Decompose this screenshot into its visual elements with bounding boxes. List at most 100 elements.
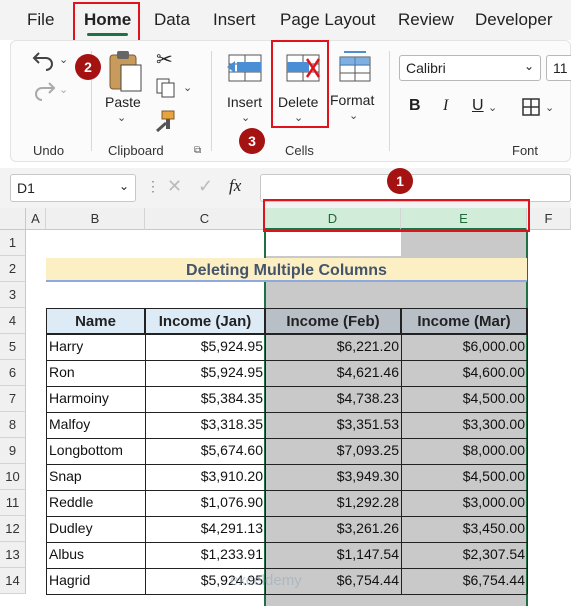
income-cell[interactable]: $8,000.00	[401, 438, 527, 464]
insert-label[interactable]: Insert	[227, 94, 262, 110]
income-cell[interactable]: $3,000.00	[401, 490, 527, 516]
row-header-2[interactable]: 2	[0, 256, 26, 282]
name-cell[interactable]: Longbottom	[46, 438, 145, 464]
income-cell[interactable]: $3,450.00	[401, 516, 527, 542]
income-cell[interactable]: $2,307.54	[401, 542, 527, 568]
name-cell[interactable]: Hagrid	[46, 568, 145, 594]
name-cell[interactable]: Albus	[46, 542, 145, 568]
income-cell[interactable]: $3,261.26	[265, 516, 401, 542]
tab-page-layout[interactable]: Page Layout	[280, 10, 375, 30]
column-header-a[interactable]: A	[26, 208, 46, 230]
paste-label[interactable]: Paste	[105, 94, 141, 110]
tab-review[interactable]: Review	[398, 10, 454, 30]
column-header-f[interactable]: F	[527, 208, 571, 230]
income-cell[interactable]: $4,500.00	[401, 464, 527, 490]
income-cell[interactable]: $3,318.35	[145, 412, 265, 438]
enter-icon[interactable]: ✓	[198, 176, 213, 197]
more-options-icon[interactable]: ⋮	[146, 178, 160, 195]
income-cell[interactable]: $1,076.90	[145, 490, 265, 516]
income-cell[interactable]: $5,384.35	[145, 386, 265, 412]
name-cell[interactable]: Harmoiny	[46, 386, 145, 412]
format-caret-icon[interactable]: ⌄	[349, 109, 358, 122]
copy-caret-icon[interactable]: ⌄	[183, 81, 192, 94]
name-cell[interactable]: Ron	[46, 360, 145, 386]
row-header-11[interactable]: 11	[0, 490, 26, 516]
paste-icon[interactable]	[107, 49, 143, 93]
income-cell[interactable]: $6,000.00	[401, 334, 527, 360]
income-cell[interactable]: $3,300.00	[401, 412, 527, 438]
income-cell[interactable]: $7,093.25	[265, 438, 401, 464]
italic-button[interactable]: I	[443, 97, 448, 115]
cancel-icon[interactable]: ✕	[167, 176, 182, 197]
insert-caret-icon[interactable]: ⌄	[241, 111, 250, 124]
table-header-cell[interactable]: Income (Feb)	[265, 308, 401, 334]
income-cell[interactable]: $4,291.13	[145, 516, 265, 542]
worksheet-grid[interactable]: A B C D E F 1 2 3 4 5 6 7 8 9 10 11 12 13 14 Deleting Multip…	[0, 208, 571, 606]
table-header-cell[interactable]: Income (Mar)	[401, 308, 527, 334]
name-cell[interactable]: Dudley	[46, 516, 145, 542]
income-cell[interactable]: $4,621.46	[265, 360, 401, 386]
income-cell[interactable]: $3,351.53	[265, 412, 401, 438]
income-cell[interactable]: $3,910.20	[145, 464, 265, 490]
row-header-3[interactable]: 3	[0, 282, 26, 308]
active-cell-d1[interactable]	[265, 230, 401, 256]
income-cell[interactable]: $6,754.44	[401, 568, 527, 594]
table-header-cell[interactable]: Income (Jan)	[145, 308, 265, 334]
row-header-14[interactable]: 14	[0, 568, 26, 594]
row-header-5[interactable]: 5	[0, 334, 26, 360]
income-cell[interactable]: $1,233.91	[145, 542, 265, 568]
paste-caret-icon[interactable]: ⌄	[117, 111, 126, 124]
income-cell[interactable]: $4,500.00	[401, 386, 527, 412]
redo-icon[interactable]	[31, 79, 57, 101]
income-cell[interactable]: $5,924.95	[145, 334, 265, 360]
insert-cells-icon[interactable]	[225, 51, 265, 85]
font-family-select[interactable]: Calibri ⌄	[399, 55, 541, 81]
row-header-1[interactable]: 1	[0, 230, 26, 256]
row-header-6[interactable]: 6	[0, 360, 26, 386]
tab-file[interactable]: File	[27, 10, 54, 30]
underline-caret-icon[interactable]: ⌄	[488, 101, 497, 114]
row-header-4[interactable]: 4	[0, 308, 26, 334]
income-cell[interactable]: $5,924.95	[145, 360, 265, 386]
format-cells-icon[interactable]	[336, 49, 374, 83]
name-cell[interactable]: Snap	[46, 464, 145, 490]
name-box[interactable]: D1 ⌄	[10, 174, 136, 202]
font-size-select[interactable]: 11	[546, 55, 571, 81]
income-cell[interactable]: $5,674.60	[145, 438, 265, 464]
row-header-9[interactable]: 9	[0, 438, 26, 464]
row-header-8[interactable]: 8	[0, 412, 26, 438]
row-header-7[interactable]: 7	[0, 386, 26, 412]
cut-icon[interactable]: ✂	[156, 47, 173, 72]
formula-input[interactable]	[260, 174, 571, 202]
tab-developer[interactable]: Developer	[475, 10, 553, 30]
tab-data[interactable]: Data	[154, 10, 190, 30]
row-header-10[interactable]: 10	[0, 464, 26, 490]
dialog-launcher-icon[interactable]: ⧉	[194, 145, 201, 156]
underline-button[interactable]: U	[472, 97, 484, 115]
borders-caret-icon[interactable]: ⌄	[545, 101, 554, 114]
insert-function-icon[interactable]: fx	[229, 176, 241, 196]
format-label[interactable]: Format	[330, 92, 374, 108]
column-header-b[interactable]: B	[46, 208, 145, 230]
name-cell[interactable]: Malfoy	[46, 412, 145, 438]
copy-icon[interactable]	[155, 77, 177, 99]
name-cell[interactable]: Harry	[46, 334, 145, 360]
income-cell[interactable]: $3,949.30	[265, 464, 401, 490]
bold-button[interactable]: B	[409, 97, 421, 115]
income-cell[interactable]: $4,600.00	[401, 360, 527, 386]
borders-icon[interactable]	[521, 97, 541, 117]
redo-caret-icon[interactable]: ⌄	[59, 83, 68, 96]
row-header-12[interactable]: 12	[0, 516, 26, 542]
income-cell[interactable]: $4,738.23	[265, 386, 401, 412]
table-header-cell[interactable]: Name	[46, 308, 145, 334]
column-header-c[interactable]: C	[145, 208, 265, 230]
undo-caret-icon[interactable]: ⌄	[59, 53, 68, 66]
income-cell[interactable]: $1,147.54	[265, 542, 401, 568]
undo-icon[interactable]	[31, 49, 57, 71]
income-cell[interactable]: $1,292.28	[265, 490, 401, 516]
tab-insert[interactable]: Insert	[213, 10, 256, 30]
name-cell[interactable]: Reddle	[46, 490, 145, 516]
row-header-13[interactable]: 13	[0, 542, 26, 568]
income-cell[interactable]: $6,221.20	[265, 334, 401, 360]
format-painter-icon[interactable]	[154, 109, 178, 133]
